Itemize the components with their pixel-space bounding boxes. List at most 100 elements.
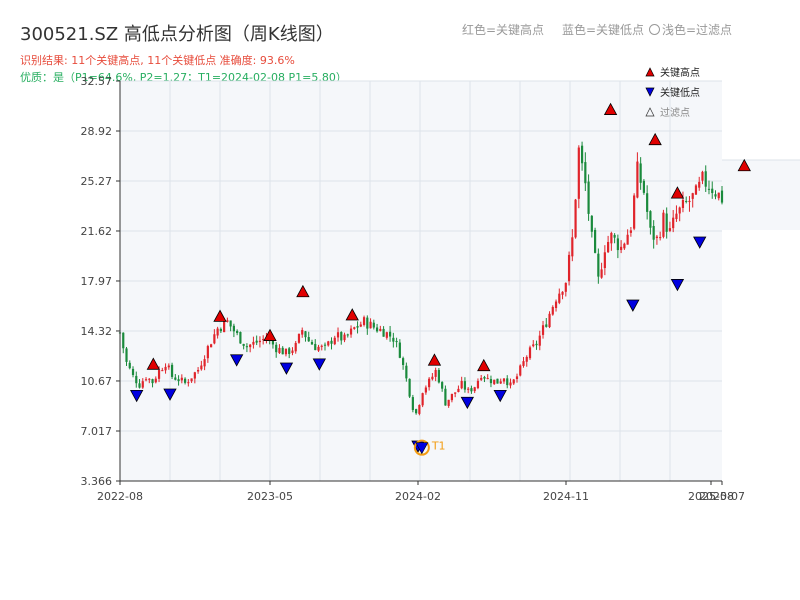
candle-body [125,348,128,362]
plot-background-overflow [722,160,800,230]
candle-body [698,181,701,188]
candle-body [379,328,382,331]
candle-body [232,325,235,332]
candle-body [450,393,454,401]
candle-body [623,243,626,249]
candle-body [356,326,359,328]
candle-body [567,254,571,282]
candle-body [294,342,297,352]
candle-body [447,399,450,406]
candle-body [346,334,349,336]
candle-body [649,211,652,228]
candle-body [675,213,678,220]
candle-body [323,344,327,346]
candle-body [200,365,203,370]
candle-body [545,324,548,327]
candle-body [138,383,141,388]
candle-body [470,388,473,392]
candle-body [245,346,249,348]
candle-body [190,378,193,382]
x-tick-label: 2025-07 [699,490,745,503]
candle-body [662,212,665,237]
candle-body [551,306,554,315]
candle-body [548,313,551,328]
candle-body [405,365,408,379]
candle-body [688,200,691,203]
y-tick-label: 7.017 [81,425,113,438]
candle-body [297,333,301,343]
candle-body [607,241,610,253]
candle-body [402,358,405,365]
candle-body [196,369,200,372]
legend-label: 关键高点 [660,66,700,79]
candle-body [382,328,385,337]
candle-body [275,344,278,353]
candle-body [525,356,528,362]
candle-body [252,341,255,345]
candle-body [561,291,564,295]
candle-body [193,372,196,379]
candle-body [174,377,177,380]
candle-body [388,331,392,337]
y-tick-label: 32.57 [81,75,113,88]
candle-body [349,328,353,335]
candle-body [454,392,457,394]
candle-body [463,381,467,390]
candle-body [642,180,646,193]
candle-body [362,317,366,325]
candle-body [291,350,294,353]
candle-body [483,377,486,379]
candle-body [509,382,512,386]
candle-body [327,341,330,346]
candle-body [183,378,187,383]
candle-body [681,199,685,208]
candle-body [128,362,131,369]
candle-body [493,379,496,385]
candle-body [480,377,483,380]
x-tick-label: 2024-02 [395,490,441,503]
candle-body [385,332,388,338]
candle-body [633,195,636,229]
candle-body [678,207,681,214]
y-tick-label: 3.366 [81,475,113,488]
candle-body [600,269,603,278]
candle-body [584,162,587,184]
candle-body [340,332,343,341]
x-tick-label: 2024-11 [543,490,589,503]
candle-body [421,393,424,406]
candle-body [655,236,659,238]
candle-body [613,234,616,238]
candle-body [620,246,623,251]
candle-body [236,330,239,334]
candle-body [720,190,724,203]
y-tick-label: 10.67 [81,375,113,388]
candle-body [486,378,489,380]
candle-body [587,181,590,214]
candle-body [506,378,509,386]
y-tick-label: 28.92 [81,125,113,138]
candle-body [639,163,642,183]
candle-body [489,379,493,384]
candle-body [242,343,245,346]
candle-body [187,382,190,384]
candle-body [528,347,532,359]
candle-body [668,228,672,231]
candle-body [714,194,717,197]
candle-body [593,229,597,253]
candle-body [473,387,476,392]
candle-body [122,332,125,349]
candle-body [502,378,506,382]
candle-body [229,320,232,327]
candle-body [541,325,545,335]
candle-body [610,232,613,244]
candle-body [691,193,694,199]
candle-body [141,381,144,388]
candle-body [512,379,515,384]
candle-body [603,252,606,269]
t1-label: T1 [431,440,446,453]
candle-body [210,344,213,348]
candle-body [672,217,675,229]
candle-body [249,344,252,348]
candle-body [239,332,242,344]
candle-body [320,345,323,347]
